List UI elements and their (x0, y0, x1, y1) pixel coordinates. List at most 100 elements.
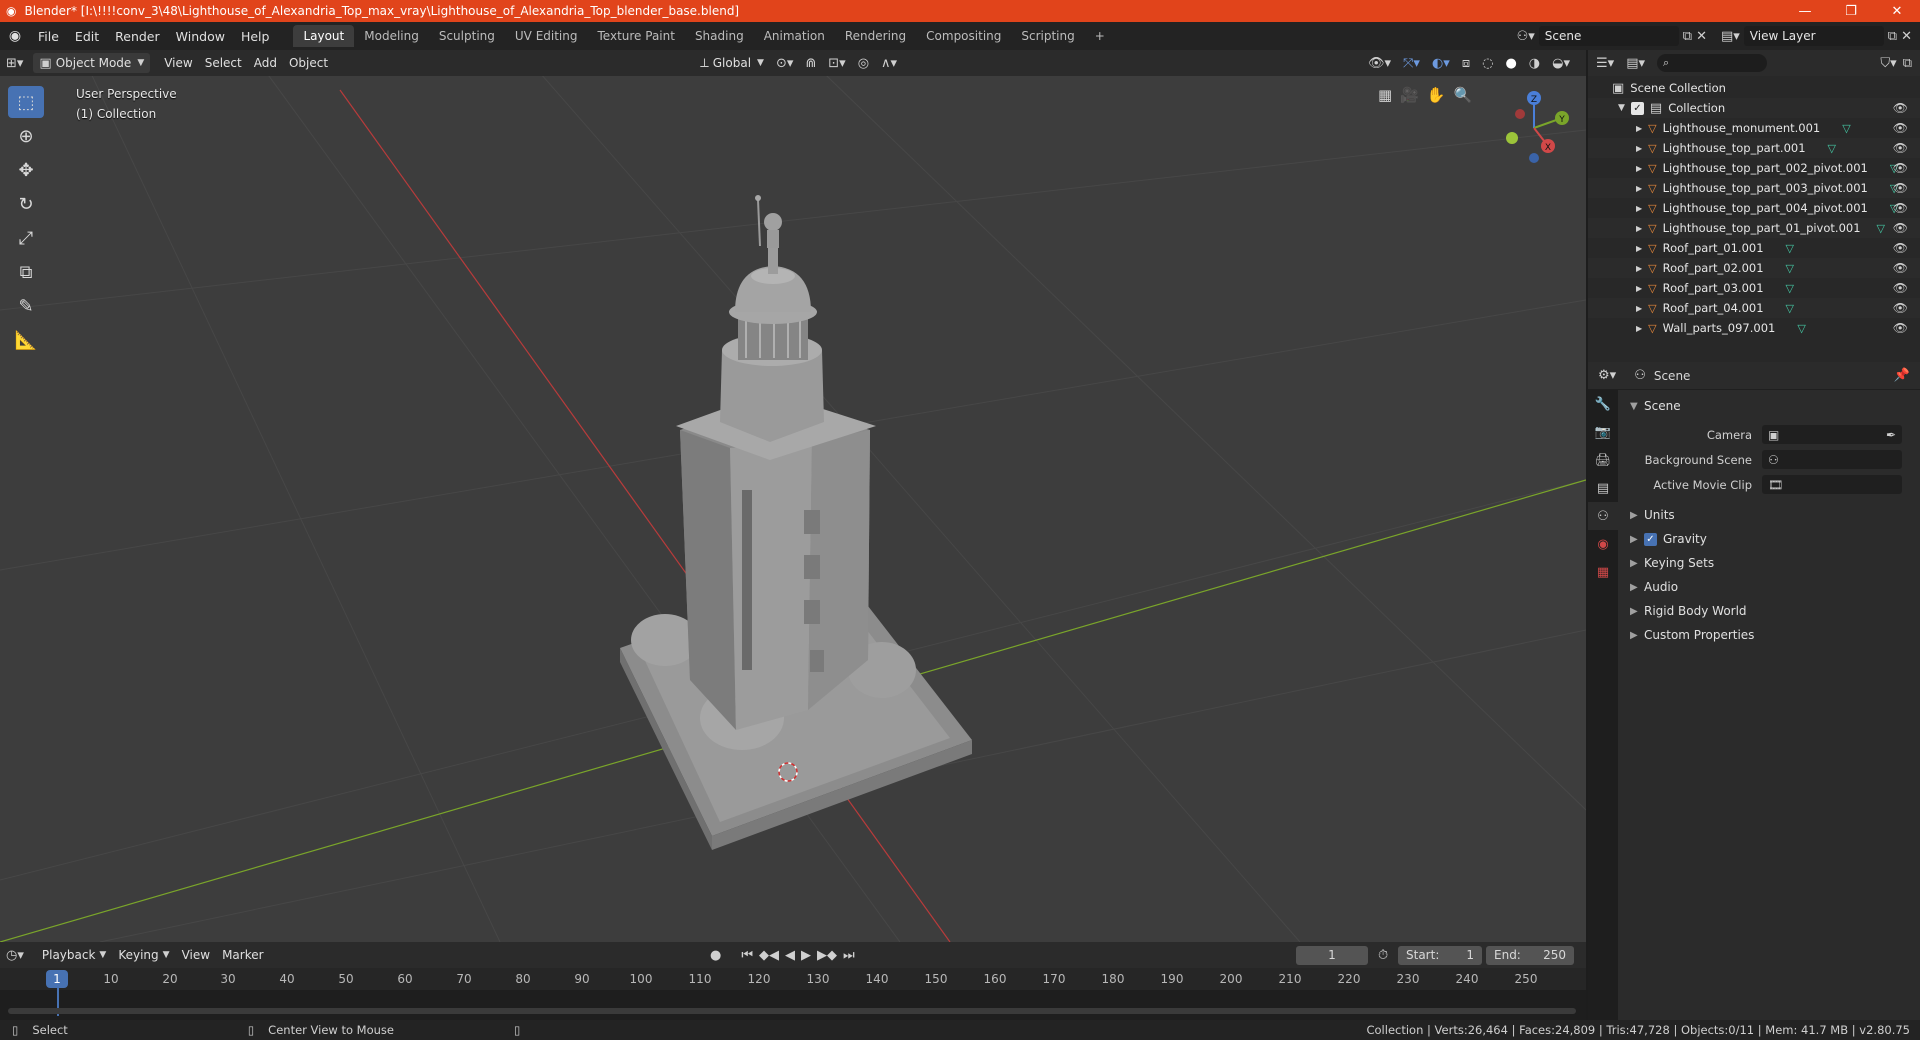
tree-row-object[interactable]: ▶ ▽ Lighthouse_top_part_004_pivot.001 ▽ … (1588, 198, 1920, 218)
tool-tab-icon[interactable]: 🔧 (1588, 390, 1618, 418)
cursor-tool-icon[interactable]: ⊕ (8, 120, 44, 152)
visibility-icon[interactable]: 👁▾ (1362, 53, 1397, 73)
eye-icon[interactable]: 👁 (1893, 221, 1908, 235)
scene-selector-icon[interactable]: ⚇▾ (1517, 29, 1535, 44)
new-collection-icon[interactable]: ⧉ (1903, 56, 1912, 71)
properties-editor-type-icon[interactable]: ⚙▾ (1598, 368, 1616, 383)
view-layer-selector-icon[interactable]: ▤▾ (1721, 29, 1740, 44)
viewport-menu-view[interactable]: View (158, 53, 198, 73)
view-layer-tab-icon[interactable]: ▤ (1588, 474, 1618, 502)
camera-field[interactable]: ▣ ✒ (1762, 425, 1902, 444)
camera-view-icon[interactable]: 🎥 (1400, 86, 1419, 104)
tab-shading[interactable]: Shading (685, 25, 754, 47)
tree-row-object[interactable]: ▶ ▽ Lighthouse_top_part_002_pivot.001 ▽ … (1588, 158, 1920, 178)
delete-view-layer-icon[interactable]: ✕ (1901, 29, 1912, 44)
expand-triangle-icon[interactable]: ▶ (1636, 144, 1642, 153)
timeline-scrollbar[interactable] (8, 1008, 1576, 1014)
tree-row-object[interactable]: ▶ ▽ Roof_part_01.001 ▽ 👁 (1588, 238, 1920, 258)
zoom-view-icon[interactable]: 🔍 (1454, 86, 1473, 104)
add-workspace-button[interactable]: + (1085, 25, 1115, 47)
current-frame-field[interactable]: 1 (1296, 945, 1368, 965)
expand-triangle-icon[interactable]: ▶ (1636, 184, 1642, 193)
timeline-menu-playback[interactable]: Playback ▼ (36, 945, 112, 965)
world-tab-icon[interactable]: ◉ (1588, 530, 1618, 558)
tab-texture-paint[interactable]: Texture Paint (588, 25, 685, 47)
grid-view-icon[interactable]: ▦ (1378, 86, 1392, 104)
eye-icon[interactable]: 👁 (1893, 321, 1908, 335)
material-shading-icon[interactable]: ◑ (1523, 53, 1546, 73)
tree-row-object[interactable]: ▶ ▽ Roof_part_03.001 ▽ 👁 (1588, 278, 1920, 298)
output-tab-icon[interactable]: 🖨 (1588, 446, 1618, 474)
gizmo-toggle-icon[interactable]: ⤧▾ (1397, 53, 1426, 73)
axis-gizmo[interactable]: Z Y X (1494, 88, 1574, 168)
texture-tab-icon[interactable]: ▦ (1588, 558, 1618, 586)
measure-tool-icon[interactable]: 📐 (8, 324, 44, 356)
eye-icon[interactable]: 👁 (1893, 161, 1908, 175)
display-mode-icon[interactable]: ▤▾ (1626, 56, 1645, 71)
end-frame-field[interactable]: End: 250 (1486, 945, 1574, 965)
tree-row-object[interactable]: ▶ ▽ Lighthouse_monument.001 ▽ 👁 (1588, 118, 1920, 138)
delete-scene-icon[interactable]: ✕ (1696, 29, 1707, 44)
timeline-menu-view[interactable]: View (176, 945, 216, 965)
pivot-point-icon[interactable]: ⊙▾ (770, 53, 799, 73)
tab-rendering[interactable]: Rendering (835, 25, 916, 47)
audio-panel-header[interactable]: ▶ Audio (1620, 575, 1920, 599)
solid-shading-icon[interactable]: ● (1499, 53, 1522, 73)
play-icon[interactable]: ▶ (801, 948, 811, 963)
proportional-edit-icon[interactable]: ◎ (852, 53, 875, 73)
eye-icon[interactable]: 👁 (1893, 261, 1908, 275)
close-button[interactable]: ✕ (1874, 0, 1920, 22)
expand-triangle-icon[interactable]: ▶ (1636, 304, 1642, 313)
tab-modeling[interactable]: Modeling (354, 25, 429, 47)
menu-render[interactable]: Render (107, 22, 168, 50)
scale-tool-icon[interactable]: ⤢ (8, 222, 44, 254)
object-mode-dropdown[interactable]: ▣ Object Mode ▼ (33, 53, 151, 73)
maximize-button[interactable]: ❐ (1828, 0, 1874, 22)
render-tab-icon[interactable]: 📷 (1588, 418, 1618, 446)
active-movie-clip-field[interactable]: 🎞 (1762, 475, 1902, 494)
mesh-data-icon[interactable]: ▽ (1828, 142, 1836, 155)
scene-tab-icon[interactable]: ⚇ (1588, 502, 1618, 530)
timeline-editor-type-icon[interactable]: ◷▾ (0, 945, 30, 965)
tab-compositing[interactable]: Compositing (916, 25, 1011, 47)
scene-panel-header[interactable]: ▼ Scene (1620, 394, 1920, 418)
pan-view-icon[interactable]: ✋ (1427, 86, 1446, 104)
eye-icon[interactable]: 👁 (1893, 101, 1908, 115)
tree-row-object[interactable]: ▶ ▽ Roof_part_04.001 ▽ 👁 (1588, 298, 1920, 318)
rigid-body-world-panel-header[interactable]: ▶ Rigid Body World (1620, 599, 1920, 623)
view-layer-field[interactable]: View Layer (1743, 26, 1884, 46)
eye-icon[interactable]: 👁 (1893, 301, 1908, 315)
xray-icon[interactable]: ⧈ (1456, 53, 1476, 73)
mesh-data-icon[interactable]: ▽ (1786, 302, 1794, 315)
playhead-frame[interactable]: 1 (46, 970, 68, 988)
lighthouse-model[interactable] (620, 195, 972, 850)
eye-icon[interactable]: 👁 (1893, 241, 1908, 255)
select-box-icon[interactable]: ⬚ (8, 86, 44, 118)
new-view-layer-icon[interactable]: ⧉ (1888, 29, 1897, 44)
expand-triangle-icon[interactable]: ▼ (1618, 103, 1625, 113)
tree-row-scene-collection[interactable]: ▣ Scene Collection (1588, 78, 1920, 98)
new-scene-icon[interactable]: ⧉ (1683, 29, 1692, 44)
gravity-checkbox[interactable]: ✓ (1644, 532, 1657, 546)
jump-start-icon[interactable]: ⏮ (741, 948, 753, 963)
tree-row-object[interactable]: ▶ ▽ Lighthouse_top_part.001 ▽ 👁 (1588, 138, 1920, 158)
rotate-tool-icon[interactable]: ↻ (8, 188, 44, 220)
expand-triangle-icon[interactable]: ▶ (1636, 264, 1642, 273)
mesh-data-icon[interactable]: ▽ (1786, 282, 1794, 295)
transform-tool-icon[interactable]: ⧉ (8, 256, 44, 288)
custom-properties-panel-header[interactable]: ▶ Custom Properties (1620, 623, 1920, 647)
keying-sets-panel-header[interactable]: ▶ Keying Sets (1620, 551, 1920, 575)
scene-field[interactable]: Scene (1538, 26, 1679, 46)
pin-icon[interactable]: 📌 (1894, 368, 1910, 383)
timeline-ruler[interactable]: 10 20 30 40 50 60 70 80 90 100 110 120 1… (0, 968, 1586, 990)
tab-sculpting[interactable]: Sculpting (429, 25, 505, 47)
mesh-data-icon[interactable]: ▽ (1797, 322, 1805, 335)
mesh-data-icon[interactable]: ▽ (1786, 242, 1794, 255)
rendered-shading-icon[interactable]: ◒▾ (1546, 53, 1576, 73)
move-tool-icon[interactable]: ✥ (8, 154, 44, 186)
gravity-panel-header[interactable]: ▶ ✓ Gravity (1620, 527, 1920, 551)
outliner-editor-type-icon[interactable]: ☰▾ (1596, 56, 1614, 71)
mesh-data-icon[interactable]: ▽ (1877, 222, 1885, 235)
eyedropper-icon[interactable]: ✒ (1886, 428, 1896, 442)
snap-target-icon[interactable]: ⊡▾ (822, 53, 851, 73)
